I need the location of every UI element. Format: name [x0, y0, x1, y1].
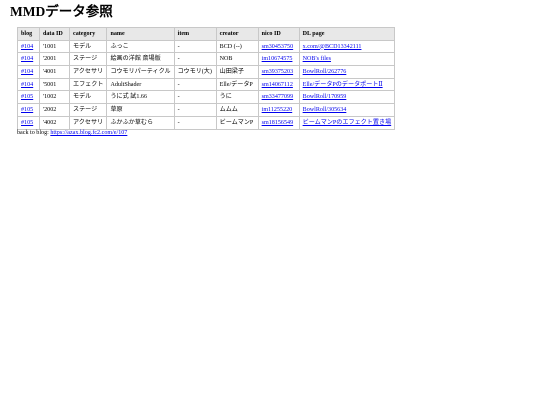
nico-id-link[interactable]: im11255220 — [262, 107, 293, 113]
data-id-cell: '1001 — [39, 39, 70, 54]
item-cell: - — [173, 115, 217, 130]
table-row: #105 '1002 モデル うに式 試1.66 - うに sm33477099… — [17, 90, 396, 105]
table-row: #104 '5001 エフェクト AdultShader - Elle/データP… — [17, 77, 396, 92]
page-title: MMDデータ参照 — [10, 4, 113, 19]
table-header-row: blog data ID category name item creator … — [17, 27, 396, 41]
nico-id-link[interactable]: sm18156549 — [262, 120, 294, 126]
item-cell: - — [173, 90, 217, 105]
name-cell: ふかふか草むら — [106, 115, 175, 130]
nico-id-link[interactable]: sm33477099 — [262, 94, 294, 100]
category-cell: ステージ — [68, 52, 108, 67]
nico-id-link[interactable]: sm30453750 — [262, 44, 294, 50]
dl-page-cell[interactable]: Elle/データPのデータポートⅡ — [298, 77, 396, 92]
column-header-name: name — [106, 27, 175, 41]
blog-cell[interactable]: #105 — [17, 103, 40, 117]
data-id-cell: '2001 — [39, 52, 70, 67]
blog-cell[interactable]: #104 — [17, 65, 40, 79]
nico-id-link[interactable]: sm14067112 — [262, 82, 293, 88]
dl-page-link[interactable]: BowlRoll/262776 — [303, 69, 347, 75]
table-row: #105 '2002 ステージ 草原 - ムムム im11255220 Bowl… — [17, 103, 396, 117]
category-cell: アクセサリ — [68, 65, 108, 79]
item-cell: - — [173, 39, 217, 54]
name-cell: 絵画の洋館 斎場版 — [106, 52, 175, 67]
blog-link[interactable]: #105 — [21, 120, 33, 126]
back-to-blog-link[interactable]: https://azax.blog.fc2.com/e/107 — [50, 130, 127, 136]
name-cell: 草原 — [106, 103, 175, 117]
table-row: #104 '2001 ステージ 絵画の洋館 斎場版 - NOB im106745… — [17, 52, 396, 67]
item-cell: - — [173, 77, 217, 92]
name-cell: うに式 試1.66 — [106, 90, 175, 105]
column-header-data-id: data ID — [39, 27, 70, 41]
nico-id-link[interactable]: sm39375203 — [262, 69, 294, 75]
nico-id-cell[interactable]: sm14067112 — [257, 77, 300, 92]
blog-link[interactable]: #104 — [21, 44, 33, 50]
item-cell: コウモリ(大) — [173, 65, 217, 79]
dl-page-cell[interactable]: NOB's files — [298, 52, 396, 67]
creator-cell: ビームマンP — [215, 115, 259, 130]
column-header-nico-id: nico ID — [257, 27, 300, 41]
blog-link[interactable]: #104 — [21, 82, 33, 88]
nico-id-cell[interactable]: im10674575 — [257, 52, 300, 67]
dl-page-cell[interactable]: x.com/@BCD13342111 — [298, 39, 396, 54]
name-cell: AdultShader — [106, 77, 175, 92]
creator-cell: 山田梁子 — [215, 65, 259, 79]
nico-id-link[interactable]: im10674575 — [262, 56, 293, 62]
column-header-creator: creator — [215, 27, 259, 41]
dl-page-link[interactable]: BowlRoll/170959 — [303, 94, 347, 100]
nico-id-cell[interactable]: sm18156549 — [257, 115, 300, 130]
category-cell: エフェクト — [68, 77, 108, 92]
blog-cell[interactable]: #105 — [17, 90, 40, 105]
category-cell: アクセサリ — [68, 115, 108, 130]
dl-page-link[interactable]: NOB's files — [303, 56, 331, 62]
creator-cell: Elle/データP — [215, 77, 259, 92]
blog-link[interactable]: #104 — [21, 69, 33, 75]
data-id-cell: '2002 — [39, 103, 70, 117]
category-cell: モデル — [68, 39, 108, 54]
table-row: #105 '4002 アクセサリ ふかふか草むら - ビームマンP sm1815… — [17, 115, 396, 130]
back-to-blog-label: back to blog: — [17, 130, 51, 136]
data-id-cell: '4001 — [39, 65, 70, 79]
category-cell: モデル — [68, 90, 108, 105]
creator-cell: うに — [215, 90, 259, 105]
blog-cell[interactable]: #104 — [17, 39, 40, 54]
category-cell: ステージ — [68, 103, 108, 117]
dl-page-link[interactable]: ビームマンPのエフェクト置き場 — [303, 120, 392, 126]
nico-id-cell[interactable]: im11255220 — [257, 103, 300, 117]
blog-cell[interactable]: #104 — [17, 77, 40, 92]
creator-cell: BCD (--) — [215, 39, 259, 54]
data-id-cell: '1002 — [39, 90, 70, 105]
blog-link[interactable]: #105 — [21, 94, 33, 100]
blog-cell[interactable]: #105 — [17, 115, 40, 130]
nico-id-cell[interactable]: sm33477099 — [257, 90, 300, 105]
creator-cell: ムムム — [215, 103, 259, 117]
column-header-item: item — [173, 27, 217, 41]
back-to-blog-line: back to blog: https://azax.blog.fc2.com/… — [17, 129, 127, 137]
dl-page-link[interactable]: BowlRoll/305634 — [303, 107, 347, 113]
nico-id-cell[interactable]: sm30453750 — [257, 39, 300, 54]
dl-page-cell[interactable]: ビームマンPのエフェクト置き場 — [298, 115, 396, 130]
mmd-data-table: blog data ID category name item creator … — [17, 27, 396, 130]
name-cell: ふっこ — [106, 39, 175, 54]
data-id-cell: '5001 — [39, 77, 70, 92]
dl-page-link[interactable]: Elle/データPのデータポートⅡ — [303, 82, 383, 88]
blog-cell[interactable]: #104 — [17, 52, 40, 67]
table-row: #104 '4001 アクセサリ コウモリパーティクル コウモリ(大) 山田梁子… — [17, 65, 396, 79]
name-cell: コウモリパーティクル — [106, 65, 175, 79]
column-header-dl-page: DL page — [298, 27, 396, 41]
column-header-category: category — [68, 27, 108, 41]
dl-page-cell[interactable]: BowlRoll/305634 — [298, 103, 396, 117]
nico-id-cell[interactable]: sm39375203 — [257, 65, 300, 79]
blog-link[interactable]: #105 — [21, 107, 33, 113]
dl-page-cell[interactable]: BowlRoll/170959 — [298, 90, 396, 105]
item-cell: - — [173, 52, 217, 67]
column-header-blog: blog — [17, 27, 40, 41]
item-cell: - — [173, 103, 217, 117]
data-id-cell: '4002 — [39, 115, 70, 130]
blog-link[interactable]: #104 — [21, 56, 33, 62]
dl-page-link[interactable]: x.com/@BCD13342111 — [303, 44, 362, 50]
table-row: #104 '1001 モデル ふっこ - BCD (--) sm30453750… — [17, 39, 396, 54]
creator-cell: NOB — [215, 52, 259, 67]
dl-page-cell[interactable]: BowlRoll/262776 — [298, 65, 396, 79]
